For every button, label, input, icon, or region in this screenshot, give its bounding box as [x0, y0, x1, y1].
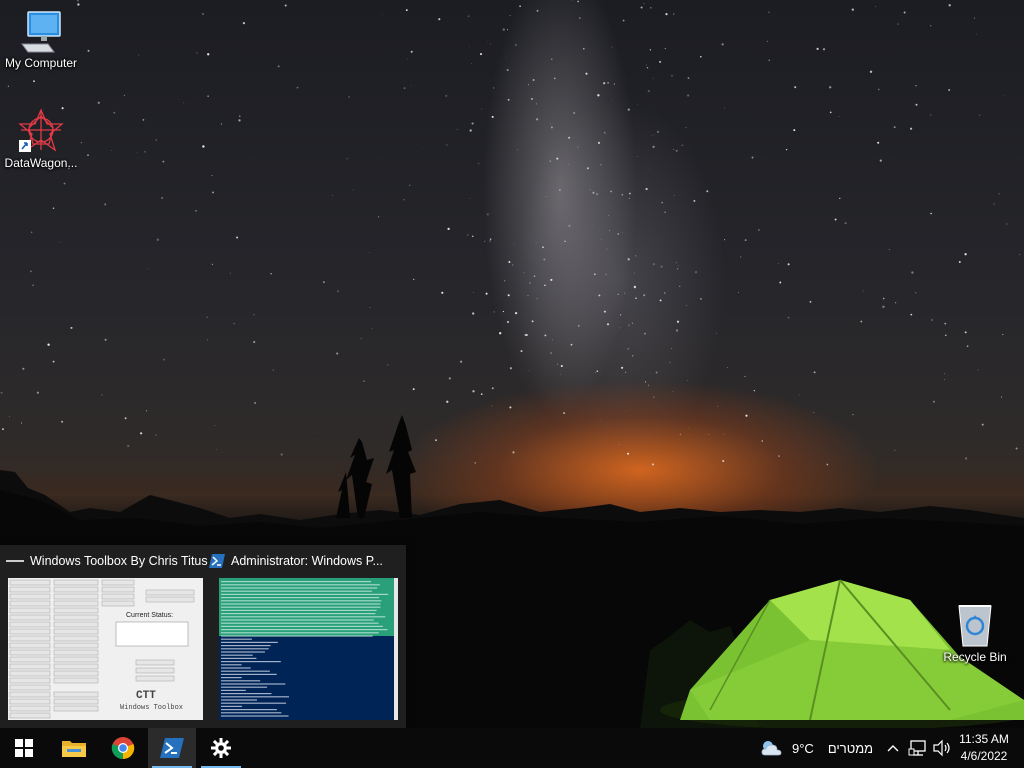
- datawagon-star-icon: [18, 108, 64, 152]
- desktop-icon-datawagon[interactable]: DataWagon...: [0, 108, 82, 170]
- network-button[interactable]: [908, 728, 928, 768]
- start-button[interactable]: [0, 728, 48, 768]
- network-icon: [908, 740, 926, 756]
- chevron-up-icon: [887, 745, 899, 752]
- gear-icon: [211, 738, 231, 758]
- desktop-icon-label: Recycle Bin: [943, 650, 1007, 664]
- desktop-icon-recycle-bin[interactable]: Recycle Bin: [934, 602, 1016, 664]
- desktop-icon-label: My Computer: [4, 56, 78, 70]
- toolbox-status-heading: Current Status:: [126, 612, 174, 619]
- powershell-icon: [209, 554, 225, 568]
- weather-condition: ממטרים: [827, 740, 874, 756]
- volume-button[interactable]: [932, 728, 952, 768]
- chrome-icon: [111, 737, 135, 760]
- toolbox-preview: Current Status: CTT Windows Toolbox: [8, 578, 203, 720]
- weather-temp: 9°C: [792, 740, 814, 756]
- powershell-icon: [160, 738, 184, 758]
- toolbox-preview-buttons: [9, 579, 195, 719]
- thumbnail-windows-toolbox[interactable]: Windows Toolbox By Chris Titus Current S…: [0, 545, 208, 728]
- recycle-bin-icon: [958, 605, 992, 647]
- taskbar-chrome[interactable]: [99, 728, 147, 768]
- taskbar-powershell[interactable]: [148, 728, 196, 768]
- thumbnail-powershell[interactable]: Administrator: Windows P...: [203, 545, 406, 728]
- clock-date: 4/6/2022: [960, 749, 1008, 763]
- desktop-icon-my-computer[interactable]: My Computer: [0, 10, 82, 70]
- desktop-icon-label: DataWagon...: [4, 156, 78, 170]
- clock[interactable]: 11:35 AM 4/6/2022: [954, 731, 1014, 765]
- thumbnail-title: Administrator: Windows P...: [209, 554, 383, 568]
- toolbox-window-icon: [6, 560, 24, 562]
- computer-icon: [21, 11, 61, 53]
- show-hidden-icons-button[interactable]: [886, 728, 900, 768]
- windows-logo-icon: [15, 739, 33, 757]
- powershell-scrollbar[interactable]: [394, 578, 398, 720]
- ctt-logo: CTT: [136, 690, 156, 702]
- taskbar-thumbnail-popup: Windows Toolbox By Chris Titus Current S…: [0, 545, 406, 728]
- clock-time: 11:35 AM: [959, 732, 1009, 746]
- thumbnail-title: Windows Toolbox By Chris Titus: [6, 554, 208, 568]
- taskbar-settings[interactable]: [197, 728, 245, 768]
- weather-widget[interactable]: 9°C ממטרים: [760, 728, 873, 768]
- folder-icon: [62, 741, 86, 757]
- powershell-text-lines: [221, 581, 389, 717]
- speaker-icon: [933, 739, 950, 757]
- powershell-preview: [219, 578, 398, 720]
- ctt-logo-subtitle: Windows Toolbox: [120, 704, 184, 712]
- partly-cloudy-icon: [761, 741, 782, 756]
- taskbar-file-explorer[interactable]: [50, 728, 98, 768]
- taskbar: 9°C ממטרים 11:35 AM 4/6/2022: [0, 728, 1024, 768]
